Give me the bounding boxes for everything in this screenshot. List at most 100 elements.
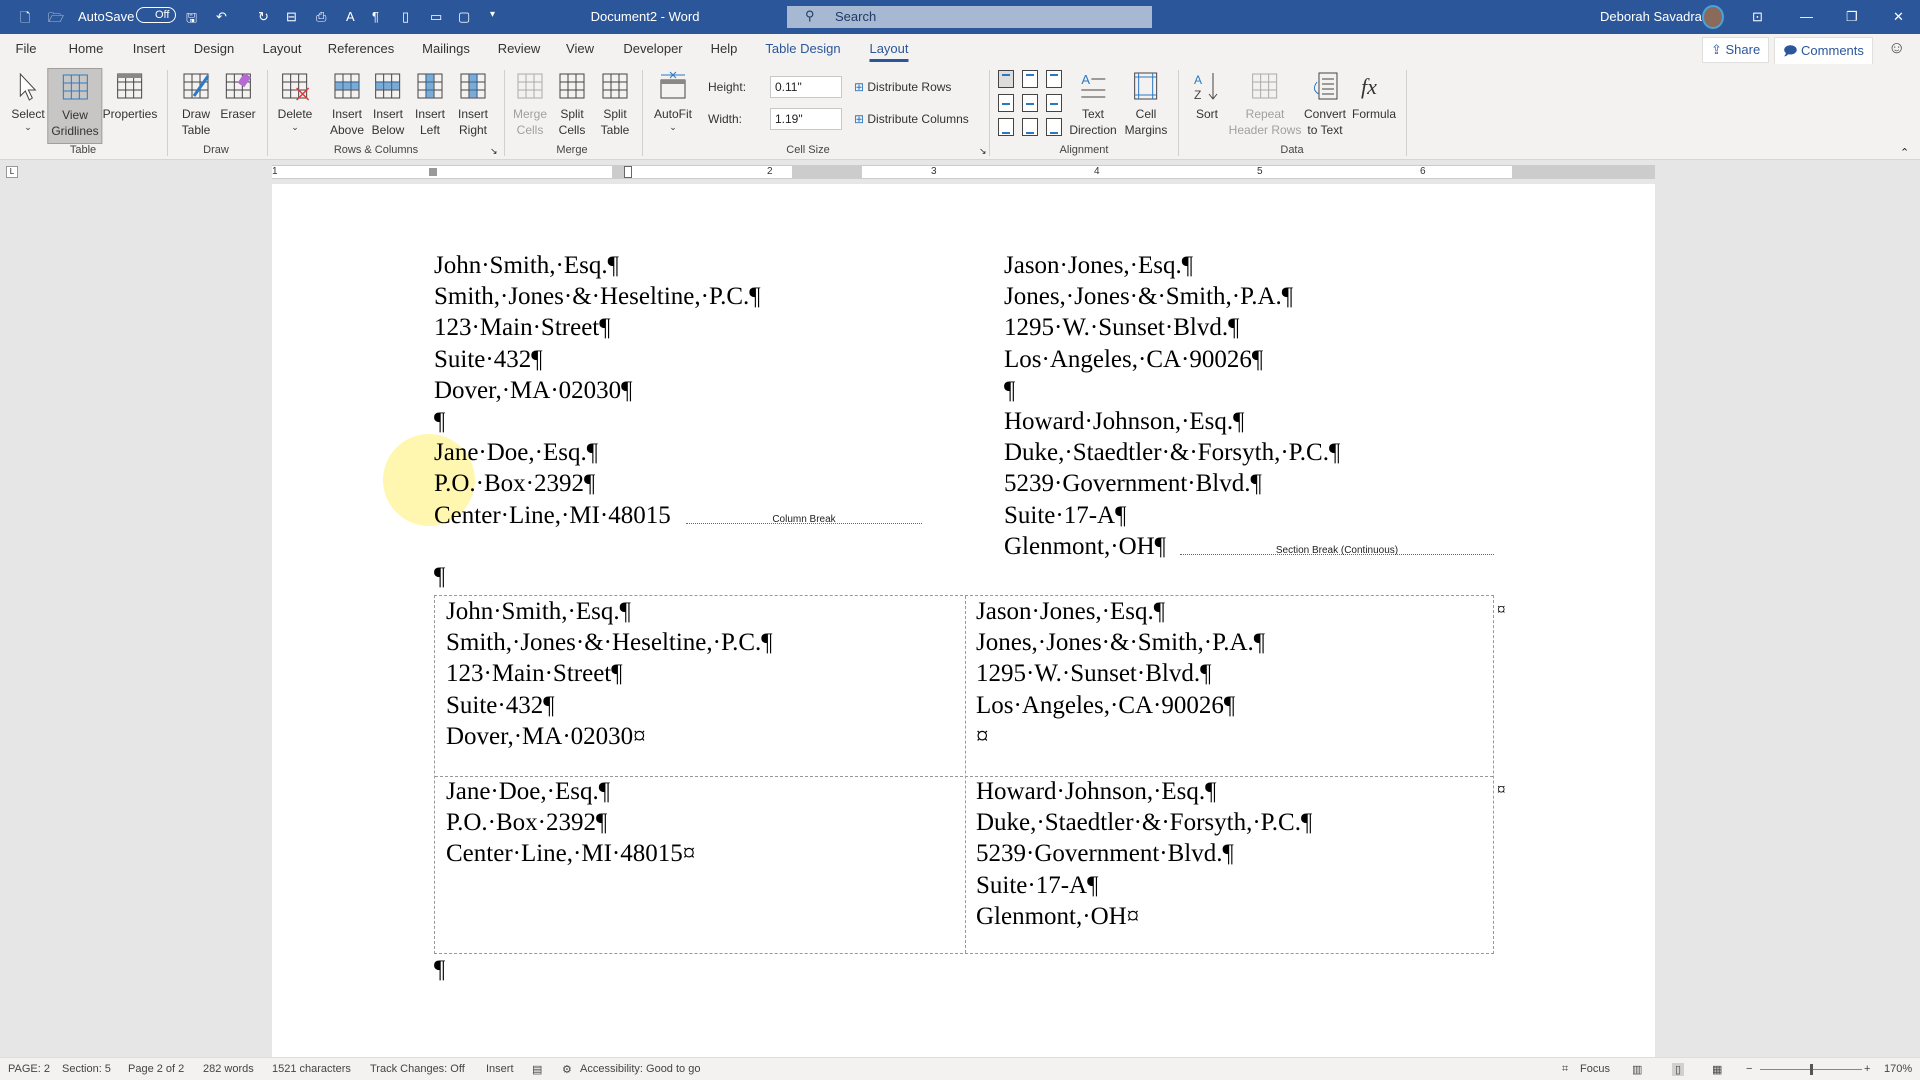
tab-layout[interactable]: Layout	[262, 41, 301, 56]
dialog-launcher-icon[interactable]: ↘	[490, 146, 498, 157]
properties-button[interactable]: Properties	[100, 68, 161, 144]
distribute-rows-button[interactable]: ⊞ Distribute Rows	[854, 80, 951, 94]
quick-access-icon[interactable]: ▭	[430, 9, 442, 25]
zoom-slider-thumb[interactable]	[1810, 1064, 1813, 1075]
address-table[interactable]: John·Smith,·Esq.¶ Smith,·Jones·&·Heseltin…	[434, 595, 1506, 954]
ruler-column-marker[interactable]	[612, 166, 624, 178]
collapse-ribbon-icon[interactable]: ⌃	[1900, 146, 1909, 159]
print-layout-icon[interactable]: ▯	[1672, 1063, 1685, 1076]
autofit-button[interactable]: AutoFit ⌄	[651, 68, 695, 144]
height-input[interactable]: 0.11"	[770, 76, 842, 98]
table-cell-line[interactable]: Los·Angeles,·CA·90026¶	[976, 690, 1235, 721]
feedback-smiley-icon[interactable]: ☺	[1888, 38, 1905, 58]
web-layout-icon[interactable]: ▦	[1712, 1063, 1722, 1076]
repeat-header-rows-button[interactable]: Repeat Header Rows	[1226, 68, 1305, 144]
document-page[interactable]: John·Smith,·Esq.¶ Smith,·Jones·&·Heseltin…	[272, 184, 1655, 1057]
draw-table-button[interactable]: Draw Table	[177, 68, 215, 144]
table-cell-line[interactable]: Duke,·Staedtler·&·Forsyth,·P.C.¶	[976, 807, 1312, 838]
align-top-right-button[interactable]	[1046, 70, 1062, 88]
share-button[interactable]: ⇪ Share	[1702, 37, 1770, 63]
macro-icon[interactable]: ▤	[532, 1063, 542, 1076]
table-cell-line[interactable]: Suite·17-A¶	[976, 870, 1098, 901]
table-cell-line[interactable]: Jane·Doe,·Esq.¶	[446, 776, 610, 807]
page-indicator[interactable]: PAGE: 2	[8, 1063, 50, 1075]
tab-design[interactable]: Design	[194, 41, 234, 56]
split-cells-button[interactable]: Split Cells	[553, 68, 591, 144]
page-count[interactable]: Page 2 of 2	[128, 1063, 184, 1075]
spelling-icon[interactable]: A	[346, 9, 355, 24]
insert-above-button[interactable]: Insert Above	[327, 68, 367, 144]
table-cell-line[interactable]: Suite·432¶	[446, 690, 555, 721]
ribbon-display-options-icon[interactable]: ⊡	[1752, 9, 1763, 25]
table-cell-line[interactable]: 123·Main·Street¶	[446, 658, 623, 689]
read-mode-icon[interactable]: ▥	[1632, 1063, 1642, 1076]
align-bottom-center-button[interactable]	[1022, 118, 1038, 136]
search-box[interactable]: ⚲ Search	[787, 6, 1152, 28]
width-input[interactable]: 1.19"	[770, 108, 842, 130]
save-icon[interactable]: 🖫	[186, 9, 197, 31]
show-marks-icon[interactable]: ¶	[372, 9, 379, 24]
table-cell-line[interactable]: 1295·W.·Sunset·Blvd.¶	[976, 658, 1211, 689]
tab-home[interactable]: Home	[69, 41, 104, 56]
insert-right-button[interactable]: Insert Right	[454, 68, 492, 144]
insert-below-button[interactable]: Insert Below	[369, 68, 408, 144]
user-name[interactable]: Deborah Savadra	[1600, 9, 1702, 24]
restore-icon[interactable]: ❐	[1846, 9, 1858, 25]
align-center-right-button[interactable]	[1046, 94, 1062, 112]
tab-help[interactable]: Help	[711, 41, 738, 56]
table-cell-line[interactable]: John·Smith,·Esq.¶	[446, 596, 631, 627]
convert-to-text-button[interactable]: Convert to Text	[1301, 68, 1349, 144]
distribute-columns-button[interactable]: ⊞ Distribute Columns	[854, 112, 969, 126]
table-cell-line[interactable]: Howard·Johnson,·Esq.¶	[976, 776, 1216, 807]
sort-button[interactable]: A Z Sort	[1188, 68, 1226, 144]
view-gridlines-button[interactable]: View Gridlines	[47, 68, 103, 144]
dialog-launcher-icon[interactable]: ↘	[979, 146, 987, 157]
accessibility-status[interactable]: Accessibility: Good to go	[580, 1063, 700, 1075]
split-table-button[interactable]: Split Table	[596, 68, 634, 144]
undo-icon[interactable]: ↶	[216, 9, 227, 25]
table-cell-line[interactable]: ¤	[976, 721, 989, 752]
horizontal-ruler[interactable]: 1234567	[272, 165, 1655, 179]
ruler-column-marker[interactable]	[792, 166, 862, 178]
zoom-level[interactable]: 170%	[1884, 1063, 1912, 1075]
tab-insert[interactable]: Insert	[133, 41, 166, 56]
zoom-in-button[interactable]: +	[1864, 1063, 1870, 1075]
indent-marker[interactable]	[624, 166, 632, 178]
focus-button[interactable]: Focus	[1580, 1063, 1610, 1075]
merge-cells-button[interactable]: Merge Cells	[510, 68, 550, 144]
open-icon[interactable]: 🗁	[48, 9, 64, 31]
align-bottom-right-button[interactable]	[1046, 118, 1062, 136]
insert-left-button[interactable]: Insert Left	[411, 68, 449, 144]
tab-review[interactable]: Review	[498, 41, 541, 56]
tab-selector-icon[interactable]: L	[6, 166, 18, 178]
customize-qat-icon[interactable]: ▾	[490, 9, 495, 20]
text-direction-button[interactable]: A Text Direction	[1066, 68, 1119, 144]
align-top-center-button[interactable]	[1022, 70, 1038, 88]
quick-access-icon[interactable]: ▯	[402, 9, 409, 25]
track-changes-status[interactable]: Track Changes: Off	[370, 1063, 465, 1075]
autosave-toggle[interactable]: Off	[136, 7, 177, 23]
tab-table-design[interactable]: Table Design	[765, 41, 840, 56]
table-cell-line[interactable]: Jones,·Jones·&·Smith,·P.A.¶	[976, 627, 1265, 658]
zoom-slider[interactable]	[1760, 1064, 1862, 1075]
tab-references[interactable]: References	[328, 41, 394, 56]
tab-developer[interactable]: Developer	[623, 41, 682, 56]
zoom-out-button[interactable]: −	[1746, 1063, 1752, 1075]
accessibility-icon[interactable]: ⚙	[562, 1063, 572, 1076]
align-center-left-button[interactable]	[998, 94, 1014, 112]
tab-file[interactable]: File	[16, 41, 37, 56]
new-doc-icon[interactable]: 🗋	[20, 9, 30, 31]
insert-mode[interactable]: Insert	[486, 1063, 514, 1075]
minimize-icon[interactable]: —	[1800, 9, 1813, 24]
table-cell-line[interactable]: Smith,·Jones·&·Heseltine,·P.C.¶	[446, 627, 773, 658]
table-cell-line[interactable]: Center·Line,·MI·48015¤	[446, 838, 695, 869]
table-cell-line[interactable]: Dover,·MA·02030¤	[446, 721, 646, 752]
table-cell-line[interactable]: P.O.·Box·2392¶	[446, 807, 607, 838]
ruler-left-margin-marker[interactable]	[429, 168, 437, 176]
character-count[interactable]: 1521 characters	[272, 1063, 351, 1075]
cell-margins-button[interactable]: Cell Margins	[1122, 68, 1171, 144]
align-bottom-left-button[interactable]	[998, 118, 1014, 136]
close-icon[interactable]: ✕	[1893, 9, 1904, 25]
table-cell-line[interactable]: Glenmont,·OH¤	[976, 901, 1139, 932]
tab-view[interactable]: View	[566, 41, 594, 56]
